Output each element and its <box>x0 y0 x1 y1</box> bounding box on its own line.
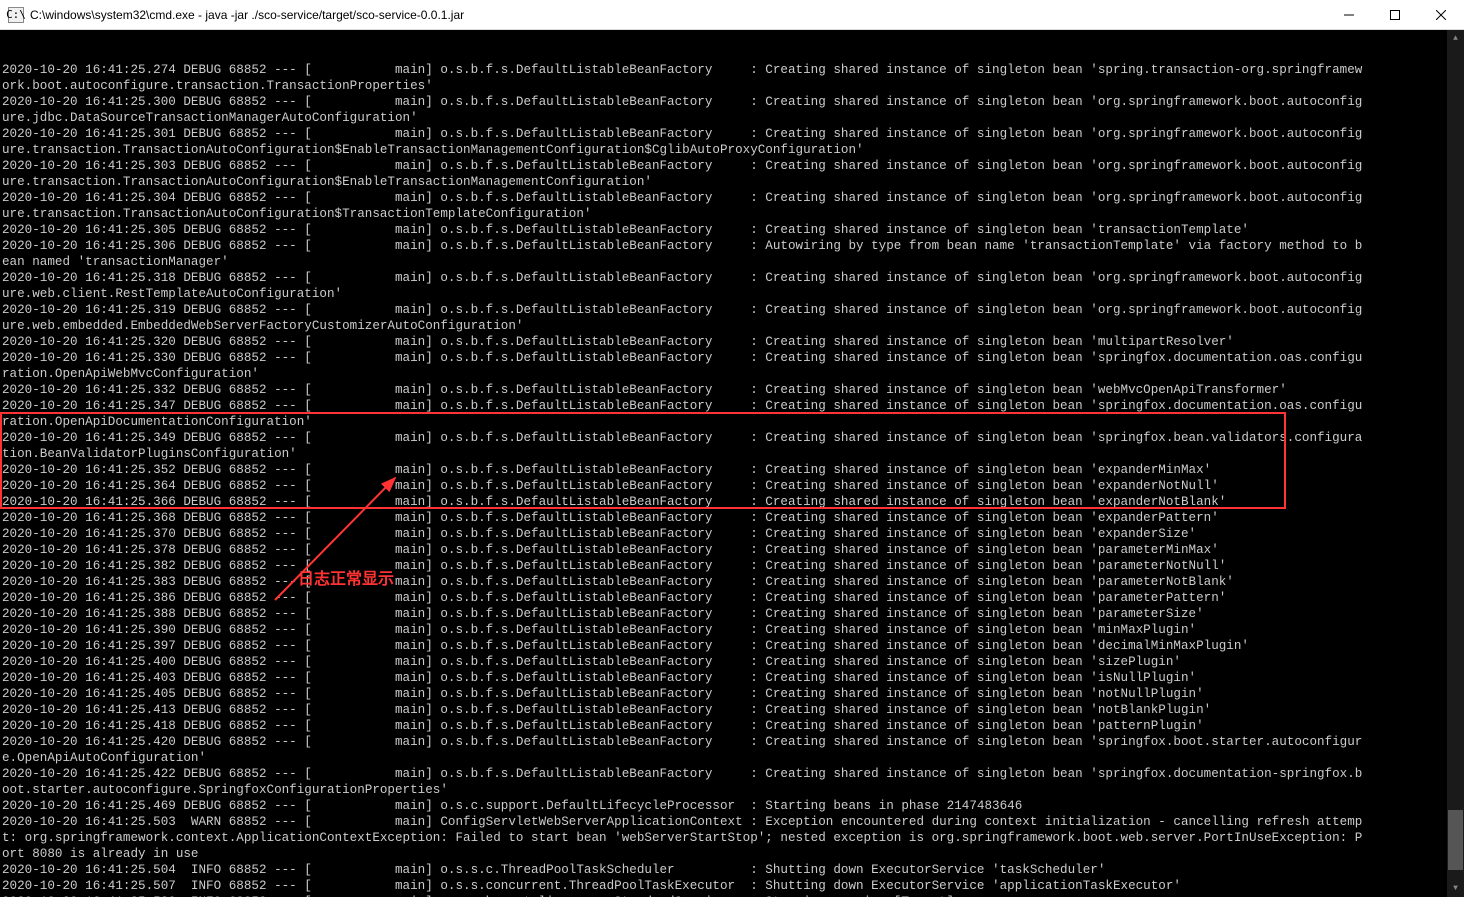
log-line: 2020-10-20 16:41:25.318 DEBUG 68852 --- … <box>2 270 1444 286</box>
log-line: 2020-10-20 16:41:25.383 DEBUG 68852 --- … <box>2 574 1444 590</box>
log-line: 2020-10-20 16:41:25.504 INFO 68852 --- [… <box>2 862 1444 878</box>
log-line: ort 8080 is already in use <box>2 846 1444 862</box>
log-line: 2020-10-20 16:41:25.420 DEBUG 68852 --- … <box>2 734 1444 750</box>
log-line: 2020-10-20 16:41:25.382 DEBUG 68852 --- … <box>2 558 1444 574</box>
log-line: t: org.springframework.context.Applicati… <box>2 830 1444 846</box>
log-line: 2020-10-20 16:41:25.370 DEBUG 68852 --- … <box>2 526 1444 542</box>
cmd-window: C:\ C:\windows\system32\cmd.exe - java -… <box>0 0 1464 897</box>
log-line: 2020-10-20 16:41:25.306 DEBUG 68852 --- … <box>2 238 1444 254</box>
scroll-thumb[interactable] <box>1448 810 1463 870</box>
close-button[interactable] <box>1418 0 1464 30</box>
log-line: tion.BeanValidatorPluginsConfiguration' <box>2 446 1444 462</box>
log-output: 2020-10-20 16:41:25.274 DEBUG 68852 --- … <box>0 62 1446 897</box>
minimize-button[interactable] <box>1326 0 1372 30</box>
log-line: 2020-10-20 16:41:25.274 DEBUG 68852 --- … <box>2 62 1444 78</box>
maximize-icon <box>1390 10 1400 20</box>
log-line: ure.jdbc.DataSourceTransactionManagerAut… <box>2 110 1444 126</box>
log-line: 2020-10-20 16:41:25.386 DEBUG 68852 --- … <box>2 590 1444 606</box>
log-line: 2020-10-20 16:41:25.422 DEBUG 68852 --- … <box>2 766 1444 782</box>
log-line: ration.OpenApiDocumentationConfiguration… <box>2 414 1444 430</box>
log-line: 2020-10-20 16:41:25.352 DEBUG 68852 --- … <box>2 462 1444 478</box>
log-line: 2020-10-20 16:41:25.400 DEBUG 68852 --- … <box>2 654 1444 670</box>
log-line: ure.transaction.TransactionAutoConfigura… <box>2 206 1444 222</box>
maximize-button[interactable] <box>1372 0 1418 30</box>
log-line: 2020-10-20 16:41:25.390 DEBUG 68852 --- … <box>2 622 1444 638</box>
log-line: 2020-10-20 16:41:25.366 DEBUG 68852 --- … <box>2 494 1444 510</box>
log-line: 2020-10-20 16:41:25.301 DEBUG 68852 --- … <box>2 126 1444 142</box>
log-line: 2020-10-20 16:41:25.320 DEBUG 68852 --- … <box>2 334 1444 350</box>
log-line: 2020-10-20 16:41:25.388 DEBUG 68852 --- … <box>2 606 1444 622</box>
log-line: 2020-10-20 16:41:25.368 DEBUG 68852 --- … <box>2 510 1444 526</box>
minimize-icon <box>1344 10 1354 20</box>
terminal-body[interactable]: 2020-10-20 16:41:25.274 DEBUG 68852 --- … <box>0 30 1464 897</box>
log-line: 2020-10-20 16:41:25.418 DEBUG 68852 --- … <box>2 718 1444 734</box>
titlebar[interactable]: C:\ C:\windows\system32\cmd.exe - java -… <box>0 0 1464 30</box>
log-line: 2020-10-20 16:41:25.300 DEBUG 68852 --- … <box>2 94 1444 110</box>
log-line: 2020-10-20 16:41:25.319 DEBUG 68852 --- … <box>2 302 1444 318</box>
log-line: e.OpenApiAutoConfiguration' <box>2 750 1444 766</box>
log-line: 2020-10-20 16:41:25.397 DEBUG 68852 --- … <box>2 638 1444 654</box>
log-line: ure.web.embedded.EmbeddedWebServerFactor… <box>2 318 1444 334</box>
log-line: 2020-10-20 16:41:25.305 DEBUG 68852 --- … <box>2 222 1444 238</box>
vertical-scrollbar[interactable]: ▲ ▼ <box>1447 30 1464 897</box>
log-line: 2020-10-20 16:41:25.403 DEBUG 68852 --- … <box>2 670 1444 686</box>
log-line: ure.web.client.RestTemplateAutoConfigura… <box>2 286 1444 302</box>
window-controls <box>1326 0 1464 30</box>
log-line: 2020-10-20 16:41:25.507 INFO 68852 --- [… <box>2 878 1444 894</box>
log-line: 2020-10-20 16:41:25.405 DEBUG 68852 --- … <box>2 686 1444 702</box>
log-line: ork.boot.autoconfigure.transaction.Trans… <box>2 78 1444 94</box>
log-line: 2020-10-20 16:41:25.364 DEBUG 68852 --- … <box>2 478 1444 494</box>
log-line: 2020-10-20 16:41:25.347 DEBUG 68852 --- … <box>2 398 1444 414</box>
log-line: ure.transaction.TransactionAutoConfigura… <box>2 142 1444 158</box>
log-line: 2020-10-20 16:41:25.349 DEBUG 68852 --- … <box>2 430 1444 446</box>
window-title: C:\windows\system32\cmd.exe - java -jar … <box>30 8 1326 22</box>
log-line: 2020-10-20 16:41:25.304 DEBUG 68852 --- … <box>2 190 1444 206</box>
log-line: 2020-10-20 16:41:25.330 DEBUG 68852 --- … <box>2 350 1444 366</box>
log-line: 2020-10-20 16:41:25.378 DEBUG 68852 --- … <box>2 542 1444 558</box>
log-line: 2020-10-20 16:41:25.332 DEBUG 68852 --- … <box>2 382 1444 398</box>
log-line: 2020-10-20 16:41:25.503 WARN 68852 --- [… <box>2 814 1444 830</box>
log-line: 2020-10-20 16:41:25.303 DEBUG 68852 --- … <box>2 158 1444 174</box>
log-line: ration.OpenApiWebMvcConfiguration' <box>2 366 1444 382</box>
log-line: 2020-10-20 16:41:25.413 DEBUG 68852 --- … <box>2 702 1444 718</box>
close-icon <box>1436 10 1446 20</box>
log-line: ure.transaction.TransactionAutoConfigura… <box>2 174 1444 190</box>
scroll-down-arrow-icon[interactable]: ▼ <box>1447 880 1464 897</box>
scroll-up-arrow-icon[interactable]: ▲ <box>1447 30 1464 47</box>
log-line: ean named 'transactionManager' <box>2 254 1444 270</box>
log-line: oot.starter.autoconfigure.SpringfoxConfi… <box>2 782 1444 798</box>
cmd-icon: C:\ <box>8 7 24 23</box>
log-line: 2020-10-20 16:41:25.469 DEBUG 68852 --- … <box>2 798 1444 814</box>
